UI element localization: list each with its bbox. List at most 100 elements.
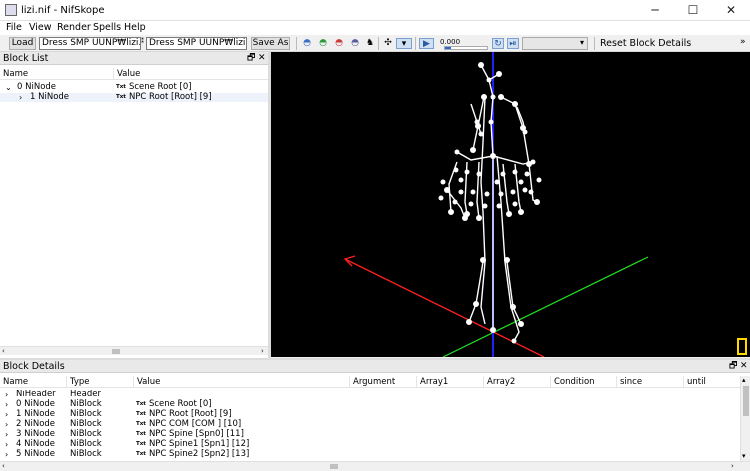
column-header-array1[interactable]: Array1	[417, 376, 484, 388]
column-header-name[interactable]: Name	[0, 376, 67, 388]
play-icon[interactable]: ▶	[419, 38, 434, 49]
row-value-text: NPC Spine1 [Spn1] [12]	[148, 439, 250, 449]
animation-select[interactable]: ▾	[522, 37, 588, 50]
view-front-icon[interactable]: ◓	[301, 38, 313, 49]
toolbar-separator	[296, 37, 297, 50]
table-row[interactable]: › NiHeader Header	[0, 390, 740, 399]
scroll-up-icon[interactable]: ▴	[742, 376, 746, 384]
txt-badge-icon: Txt	[136, 421, 146, 427]
expand-arrow-icon[interactable]: ›	[5, 440, 8, 449]
column-header-type[interactable]: Type	[67, 376, 134, 388]
render-viewport[interactable]	[271, 52, 750, 357]
block-list-hscrollbar[interactable]: ‹ ›	[0, 346, 268, 355]
view-side-icon[interactable]: ◓	[317, 38, 329, 49]
expand-arrow-icon[interactable]: ›	[5, 390, 8, 399]
table-row[interactable]: › 0 NiNode NiBlock Txt Scene Root [0]	[0, 399, 740, 410]
dock-close-icon[interactable]: ✕	[740, 360, 748, 373]
loop-icon[interactable]: ↻	[492, 38, 504, 49]
txt-badge-icon: Txt	[136, 401, 146, 407]
row-type: NiBlock	[70, 409, 102, 419]
expand-arrow-icon[interactable]: ›	[19, 93, 22, 102]
tree-row-name: 1 NiNode	[30, 92, 70, 102]
table-row[interactable]: › 3 NiNode NiBlock Txt NPC Spine [Spn0] [11]	[0, 429, 740, 440]
row-value: Txt Scene Root [0]	[136, 400, 212, 409]
block-details-vscrollbar[interactable]: ▴ ▾	[740, 376, 750, 461]
view-dropdown-icon[interactable]: ▾	[396, 38, 412, 49]
load-button[interactable]: Load	[9, 37, 36, 50]
tree-row-name: 0 NiNode	[17, 82, 57, 92]
row-value: Txt NPC Spine1 [Spn1] [12]	[136, 440, 249, 449]
row-name: 3 NiNode	[16, 429, 56, 439]
minimize-button[interactable]: ─	[636, 0, 674, 21]
tree-row[interactable]: ⌄ 0 NiNode Txt Scene Root [0]	[0, 82, 268, 93]
axes-icon[interactable]: ✣	[382, 38, 394, 49]
menu-view[interactable]: View	[29, 22, 52, 33]
expand-arrow-icon[interactable]: ›	[5, 400, 8, 409]
column-header-argument[interactable]: Argument	[350, 376, 417, 388]
menu-render[interactable]: Render	[57, 22, 91, 33]
row-name: 4 NiNode	[16, 439, 56, 449]
anim-slider-thumb[interactable]	[445, 47, 451, 49]
block-details-rows: › NiHeader Header › 0 NiNode NiBlock Txt Scene …	[0, 390, 740, 460]
close-button[interactable]: ✕	[712, 0, 750, 21]
dock-float-icon[interactable]: 🗗	[729, 360, 737, 373]
hscroll-thumb[interactable]	[112, 349, 120, 354]
dock-close-icon[interactable]: ✕	[258, 52, 266, 65]
view-top-icon[interactable]: ◓	[333, 38, 345, 49]
reset-block-details-button[interactable]: Reset Block Details	[600, 38, 691, 49]
menu-bar: File View Render Spells Help	[0, 21, 750, 35]
save-as-button[interactable]: Save As	[251, 37, 290, 50]
table-row[interactable]: › 4 NiNode NiBlock Txt NPC Spine1 [Spn1] [12…	[0, 439, 740, 450]
expand-arrow-icon[interactable]: ›	[5, 420, 8, 429]
vscroll-thumb[interactable]	[743, 386, 749, 416]
menu-spells[interactable]: Spells	[93, 22, 121, 33]
column-header-until[interactable]: until	[684, 376, 740, 388]
row-type: NiBlock	[70, 439, 102, 449]
column-header-condition[interactable]: Condition	[551, 376, 617, 388]
table-row[interactable]: › 5 NiNode NiBlock Txt NPC Spine2 [Spn2] [13…	[0, 449, 740, 460]
row-type: NiBlock	[70, 419, 102, 429]
expand-arrow-icon[interactable]: ›	[5, 410, 8, 419]
table-row[interactable]: › 2 NiNode NiBlock Txt NPC COM [COM ] [10]	[0, 419, 740, 430]
tree-row[interactable]: › 1 NiNode Txt NPC Root [Root] [9]	[0, 93, 268, 102]
block-list-header: Name Value	[0, 68, 268, 80]
tree-row-value: Txt Scene Root [0]	[116, 83, 192, 92]
column-header-array2[interactable]: Array2	[484, 376, 551, 388]
column-header-since[interactable]: since	[617, 376, 684, 388]
switch-icon[interactable]: ⏯	[507, 38, 519, 49]
view-user-icon[interactable]: ◓	[349, 38, 361, 49]
maximize-button[interactable]: ☐	[674, 0, 712, 21]
tree-row-value-text: NPC Root [Root] [9]	[128, 92, 212, 102]
column-header-value[interactable]: Value	[114, 68, 268, 80]
menu-help[interactable]: Help	[124, 22, 146, 33]
scroll-right-icon[interactable]: ›	[261, 347, 264, 355]
row-name: 0 NiNode	[16, 399, 56, 409]
path-swap-icon[interactable]: ⁑	[141, 38, 144, 45]
tree-row-value-text: Scene Root [0]	[128, 82, 192, 92]
expand-arrow-icon[interactable]: ›	[5, 450, 8, 459]
anim-time-slider[interactable]	[444, 46, 488, 50]
scroll-left-icon[interactable]: ‹	[2, 347, 5, 355]
load-path-field[interactable]: Dress SMP UUNP₩lizi.nif	[39, 37, 141, 50]
block-list-panel: Block List 🗗 ✕ Name Value ⌄ 0 NiNode Txt…	[0, 52, 268, 358]
expand-arrow-icon[interactable]: ›	[5, 430, 8, 439]
skeleton-joints	[438, 62, 542, 344]
row-name: 1 NiNode	[16, 409, 56, 419]
table-row[interactable]: › 1 NiNode NiBlock Txt NPC Root [Root] [9]	[0, 409, 740, 420]
column-header-value[interactable]: Value	[134, 376, 350, 388]
scroll-right-icon[interactable]: ›	[731, 462, 734, 470]
hscroll-thumb[interactable]	[330, 464, 338, 469]
save-path-field[interactable]: Dress SMP UUNP₩lizi.nif	[146, 37, 247, 50]
row-name: 5 NiNode	[16, 449, 56, 459]
dock-float-icon[interactable]: 🗗	[247, 52, 255, 65]
scroll-left-icon[interactable]: ‹	[2, 462, 5, 470]
toolbar-overflow-icon[interactable]: »	[740, 37, 746, 47]
block-details-title: Block Details 🗗 ✕	[0, 360, 750, 373]
expand-arrow-icon[interactable]: ⌄	[5, 83, 12, 92]
block-details-hscrollbar[interactable]: ‹ ›	[0, 461, 750, 471]
txt-badge-icon: Txt	[136, 411, 146, 417]
walk-icon[interactable]: ♞	[364, 38, 376, 49]
menu-file[interactable]: File	[6, 22, 22, 33]
scroll-down-icon[interactable]: ▾	[742, 452, 746, 460]
column-header-name[interactable]: Name	[0, 68, 114, 80]
